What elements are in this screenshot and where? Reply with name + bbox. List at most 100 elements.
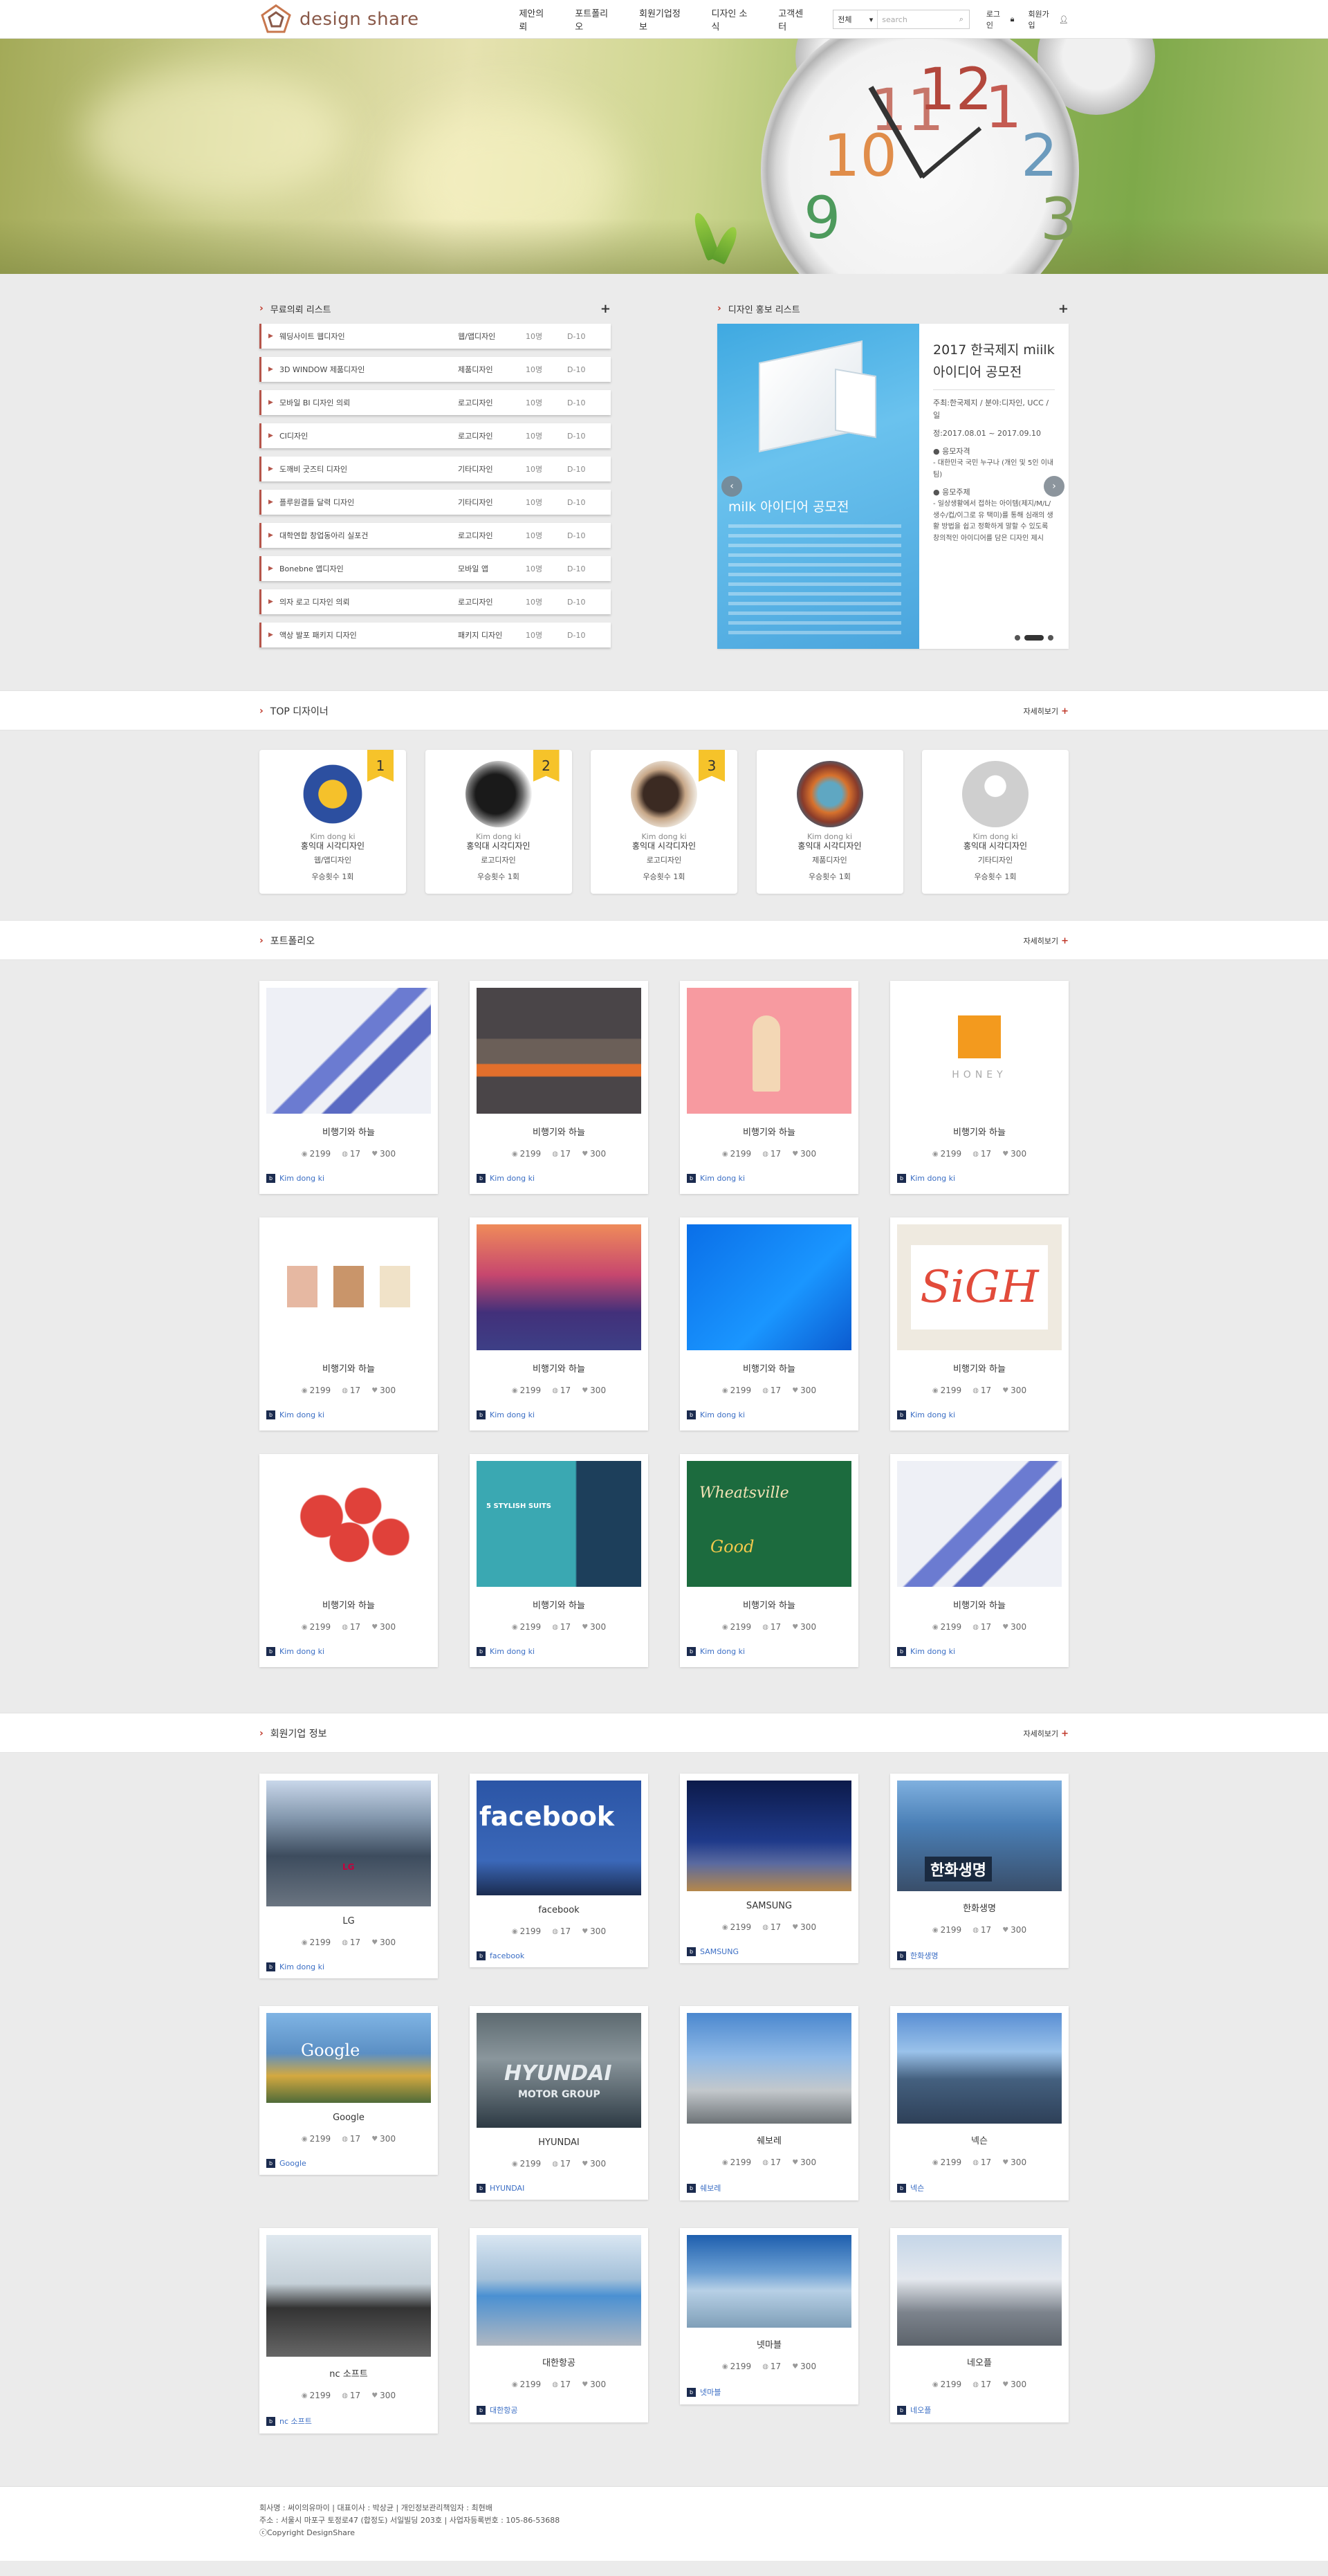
company-card[interactable]: 네오플 ◉ 2199 ◍ 17 ♥ 300 b 네오플 bbox=[890, 2228, 1069, 2422]
portfolio-thumbnail[interactable] bbox=[687, 1224, 851, 1350]
nav-portfolio[interactable]: 포트폴리오 bbox=[575, 6, 616, 33]
owner-link[interactable]: b 쉐보레 bbox=[687, 2182, 851, 2193]
company-photo[interactable] bbox=[897, 2013, 1062, 2124]
next-arrow-icon[interactable]: › bbox=[1044, 476, 1064, 497]
slide-dot-active[interactable] bbox=[1024, 635, 1044, 641]
request-item[interactable]: ▶ 도깨비 굿즈티 디자인 기타디자인 10명 D-10 bbox=[259, 457, 611, 481]
company-card[interactable]: LG LG ◉ 2199 ◍ 17 ♥ 300 b Kim dong ki bbox=[259, 1774, 438, 1978]
portfolio-thumbnail[interactable] bbox=[266, 988, 431, 1114]
promo-poster-image[interactable]: milk 아이디어 공모전 bbox=[717, 324, 919, 649]
owner-link[interactable]: b Kim dong ki bbox=[266, 1962, 431, 1971]
portfolio-card[interactable]: Wheatsville Good 비행기와 하늘 ◉ 2199 ◍ 17 ♥ 300 b… bbox=[680, 1454, 858, 1667]
prev-arrow-icon[interactable]: ‹ bbox=[721, 476, 742, 497]
owner-link[interactable]: b Kim dong ki bbox=[477, 1647, 641, 1656]
company-photo[interactable] bbox=[266, 2235, 431, 2357]
request-item[interactable]: ▶ CI디자인 로고디자인 10명 D-10 bbox=[259, 423, 611, 448]
owner-link[interactable]: b 한화생명 bbox=[897, 1950, 1062, 1961]
request-item[interactable]: ▶ 플루원결들 달력 디자인 기타디자인 10명 D-10 bbox=[259, 490, 611, 515]
company-photo[interactable] bbox=[897, 2235, 1062, 2346]
company-photo[interactable]: HYUNDAI MOTOR GROUP bbox=[477, 2013, 641, 2128]
company-card[interactable]: 대한항공 ◉ 2199 ◍ 17 ♥ 300 b 대한항공 bbox=[470, 2228, 648, 2422]
designer-card[interactable]: Kim dong ki 홍익대 시각디자인 기타디자인 우승횟수 1회 bbox=[922, 750, 1069, 894]
owner-link[interactable]: b facebook bbox=[477, 1951, 641, 1960]
owner-link[interactable]: b 넥슨 bbox=[897, 2182, 1062, 2193]
company-card[interactable]: 쉐보레 ◉ 2199 ◍ 17 ♥ 300 b 쉐보레 bbox=[680, 2006, 858, 2200]
request-item[interactable]: ▶ 웨딩사이트 웹디자인 웹/앱디자인 10명 D-10 bbox=[259, 324, 611, 349]
portfolio-thumbnail[interactable]: 5 STYLISH SUITS bbox=[477, 1461, 641, 1587]
portfolio-card[interactable]: 비행기와 하늘 ◉ 2199 ◍ 17 ♥ 300 b Kim dong ki bbox=[680, 981, 858, 1194]
owner-link[interactable]: b Kim dong ki bbox=[687, 1410, 851, 1419]
owner-link[interactable]: b Kim dong ki bbox=[477, 1410, 641, 1419]
portfolio-thumbnail[interactable] bbox=[266, 1461, 431, 1587]
search-category-select[interactable]: 전체 ▾ bbox=[833, 10, 878, 28]
portfolio-card[interactable]: 비행기와 하늘 ◉ 2199 ◍ 17 ♥ 300 b Kim dong ki bbox=[680, 1217, 858, 1430]
portfolio-card[interactable]: 비행기와 하늘 ◉ 2199 ◍ 17 ♥ 300 b Kim dong ki bbox=[259, 981, 438, 1194]
owner-link[interactable]: b Google bbox=[266, 2159, 431, 2168]
portfolio-thumbnail[interactable] bbox=[266, 1224, 431, 1350]
request-item[interactable]: ▶ 모바일 BI 디자인 의뢰 로고디자인 10명 D-10 bbox=[259, 390, 611, 415]
owner-link[interactable]: b HYUNDAI bbox=[477, 2184, 641, 2193]
company-card[interactable]: 넷마블 ◉ 2199 ◍ 17 ♥ 300 b 넷마블 bbox=[680, 2228, 858, 2404]
owner-link[interactable]: b Kim dong ki bbox=[897, 1647, 1062, 1656]
portfolio-card[interactable]: 5 STYLISH SUITS 비행기와 하늘 ◉ 2199 ◍ 17 ♥ 300 b… bbox=[470, 1454, 648, 1667]
owner-link[interactable]: b SAMSUNG bbox=[687, 1947, 851, 1956]
more-link[interactable]: 자세히보기 + bbox=[1023, 706, 1069, 717]
company-card[interactable]: SAMSUNG ◉ 2199 ◍ 17 ♥ 300 b SAMSUNG bbox=[680, 1774, 858, 1963]
more-link[interactable]: 자세히보기 + bbox=[1023, 935, 1069, 946]
owner-link[interactable]: b 넷마블 bbox=[687, 2386, 851, 2398]
request-item[interactable]: ▶ 의자 로고 디자인 의뢰 로고디자인 10명 D-10 bbox=[259, 589, 611, 614]
designer-card[interactable]: Kim dong ki 홍익대 시각디자인 제품디자인 우승횟수 1회 bbox=[756, 750, 903, 894]
portfolio-card[interactable]: 비행기와 하늘 ◉ 2199 ◍ 17 ♥ 300 b Kim dong ki bbox=[259, 1217, 438, 1430]
owner-link[interactable]: b 대한항공 bbox=[477, 2404, 641, 2416]
company-photo[interactable] bbox=[687, 1781, 851, 1891]
company-photo[interactable]: Google bbox=[266, 2013, 431, 2103]
portfolio-card[interactable]: HONEY 비행기와 하늘 ◉ 2199 ◍ 17 ♥ 300 b Kim dong k… bbox=[890, 981, 1069, 1194]
owner-link[interactable]: b Kim dong ki bbox=[266, 1647, 431, 1656]
owner-link[interactable]: b Kim dong ki bbox=[687, 1647, 851, 1656]
owner-link[interactable]: b nc 소프트 bbox=[266, 2416, 431, 2427]
company-card[interactable]: 한화생명 한화생명 ◉ 2199 ◍ 17 ♥ 300 b 한화생명 bbox=[890, 1774, 1069, 1968]
nav-support[interactable]: 고객센터 bbox=[778, 6, 811, 33]
owner-link[interactable]: b Kim dong ki bbox=[687, 1174, 851, 1183]
portfolio-thumbnail[interactable] bbox=[477, 988, 641, 1114]
company-photo[interactable] bbox=[477, 2235, 641, 2346]
portfolio-card[interactable]: 비행기와 하늘 ◉ 2199 ◍ 17 ♥ 300 b Kim dong ki bbox=[890, 1454, 1069, 1667]
portfolio-thumbnail[interactable]: HONEY bbox=[897, 988, 1062, 1114]
portfolio-card[interactable]: 비행기와 하늘 ◉ 2199 ◍ 17 ♥ 300 b Kim dong ki bbox=[259, 1454, 438, 1667]
plus-icon[interactable]: + bbox=[1058, 302, 1069, 316]
company-card[interactable]: HYUNDAI MOTOR GROUP HYUNDAI ◉ 2199 ◍ 17 ♥ 30… bbox=[470, 2006, 648, 2200]
portfolio-thumbnail[interactable]: Wheatsville Good bbox=[687, 1461, 851, 1587]
portfolio-card[interactable]: 비행기와 하늘 ◉ 2199 ◍ 17 ♥ 300 b Kim dong ki bbox=[470, 981, 648, 1194]
company-photo[interactable]: facebook bbox=[477, 1781, 641, 1895]
nav-news[interactable]: 디자인 소식 bbox=[712, 6, 755, 33]
portfolio-thumbnail[interactable]: SiGH bbox=[897, 1224, 1062, 1350]
search-input[interactable]: search bbox=[878, 10, 954, 28]
designer-card[interactable]: 1 Kim dong ki 홍익대 시각디자인 웹/앱디자인 우승횟수 1회 bbox=[259, 750, 406, 894]
search-icon[interactable]: ⌕ bbox=[954, 15, 969, 24]
portfolio-thumbnail[interactable] bbox=[687, 988, 851, 1114]
owner-link[interactable]: b Kim dong ki bbox=[897, 1174, 1062, 1183]
company-card[interactable]: facebook facebook ◉ 2199 ◍ 17 ♥ 300 b facebo… bbox=[470, 1774, 648, 1967]
designer-card[interactable]: 2 Kim dong ki 홍익대 시각디자인 로고디자인 우승횟수 1회 bbox=[425, 750, 572, 894]
nav-request[interactable]: 제안의뢰 bbox=[519, 6, 551, 33]
slide-dot[interactable] bbox=[1015, 635, 1020, 641]
logo[interactable]: design share bbox=[259, 3, 519, 36]
join-link[interactable]: 회원가입 👤︎ bbox=[1028, 8, 1069, 30]
slide-dot[interactable] bbox=[1048, 635, 1053, 641]
more-link[interactable]: 자세히보기 + bbox=[1023, 1728, 1069, 1739]
owner-link[interactable]: b 네오플 bbox=[897, 2404, 1062, 2416]
designer-card[interactable]: 3 Kim dong ki 홍익대 시각디자인 로고디자인 우승횟수 1회 bbox=[591, 750, 737, 894]
login-link[interactable]: 로그인 🔒︎ bbox=[986, 8, 1015, 30]
request-item[interactable]: ▶ 3D WINDOW 제품디자인 제품디자인 10명 D-10 bbox=[259, 357, 611, 382]
request-item[interactable]: ▶ 대학연합 창업동아리 실포건 로고디자인 10명 D-10 bbox=[259, 523, 611, 548]
owner-link[interactable]: b Kim dong ki bbox=[897, 1410, 1062, 1419]
company-photo[interactable]: 한화생명 bbox=[897, 1781, 1062, 1891]
portfolio-card[interactable]: SiGH 비행기와 하늘 ◉ 2199 ◍ 17 ♥ 300 b Kim dong ki bbox=[890, 1217, 1069, 1430]
nav-company[interactable]: 회원기업정보 bbox=[639, 6, 688, 33]
portfolio-card[interactable]: 비행기와 하늘 ◉ 2199 ◍ 17 ♥ 300 b Kim dong ki bbox=[470, 1217, 648, 1430]
owner-link[interactable]: b Kim dong ki bbox=[266, 1174, 431, 1183]
plus-icon[interactable]: + bbox=[600, 302, 611, 316]
promo-title[interactable]: 2017 한국제지 miilk 아이디어 공모전 bbox=[933, 339, 1055, 390]
company-photo[interactable] bbox=[687, 2235, 851, 2328]
company-card[interactable]: Google Google ◉ 2199 ◍ 17 ♥ 300 b Google bbox=[259, 2006, 438, 2175]
